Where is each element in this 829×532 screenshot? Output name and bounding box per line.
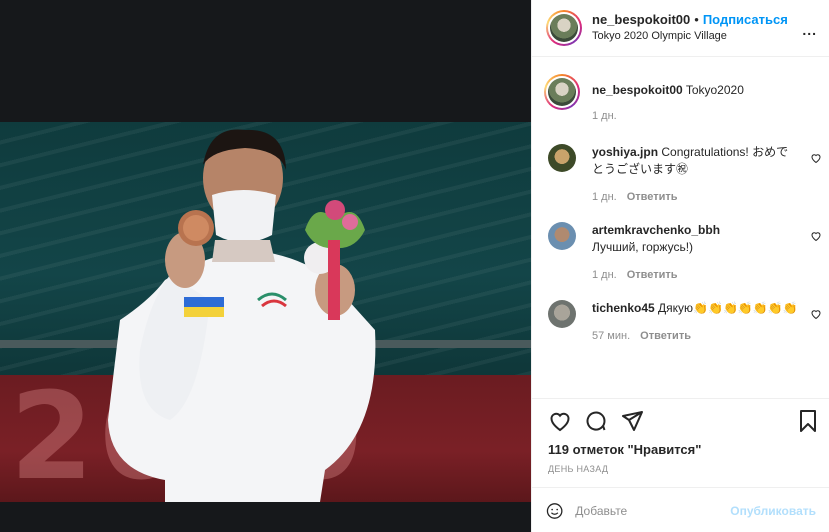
- comment-username[interactable]: artemkravchenko_bbh: [592, 223, 720, 237]
- like-comment-heart-icon[interactable]: [810, 230, 822, 242]
- athlete-figure: [108, 129, 376, 502]
- post-photo[interactable]: 2020: [0, 0, 531, 532]
- comment-time[interactable]: 57 мин.: [592, 330, 630, 342]
- caption-text: Tokyo2020: [685, 83, 744, 97]
- commenter-avatar[interactable]: [548, 144, 576, 172]
- comment-time[interactable]: 1 дн.: [592, 191, 617, 203]
- caption-username[interactable]: ne_bespokoit00: [592, 83, 683, 97]
- author-username[interactable]: ne_bespokoit00: [592, 12, 690, 27]
- publish-button[interactable]: Опубликовать: [730, 504, 816, 518]
- comments-list: ne_bespokoit00 Tokyo2020 1 дн. yoshiya.j…: [532, 58, 829, 398]
- more-icon[interactable]: ...: [802, 22, 817, 38]
- reply-button[interactable]: Ответить: [627, 191, 678, 203]
- comment-time[interactable]: 1 дн.: [592, 269, 617, 281]
- post-date[interactable]: ДЕНЬ НАЗАД: [548, 464, 608, 474]
- comment-text: Лучший, горжусь!): [592, 240, 694, 254]
- post-sidebar: ne_bespokoit00 • Подписаться Tokyo 2020 Ol…: [531, 0, 829, 532]
- post-header: ne_bespokoit00 • Подписаться Tokyo 2020 Ol…: [532, 0, 829, 57]
- comment-text: Дякую👏👏👏👏👏👏👏: [658, 301, 798, 315]
- commenter-avatar[interactable]: [548, 222, 576, 250]
- emoji-icon[interactable]: [546, 499, 563, 523]
- add-comment-bar: Опубликовать: [532, 487, 829, 532]
- location-link[interactable]: Tokyo 2020 Olympic Village: [592, 28, 788, 44]
- like-comment-heart-icon[interactable]: [810, 152, 822, 164]
- comment-username[interactable]: tichenko45: [592, 301, 655, 315]
- author-avatar[interactable]: [546, 10, 582, 46]
- comment-username[interactable]: yoshiya.jpn: [592, 145, 658, 159]
- heart-icon[interactable]: [548, 409, 572, 433]
- likes-count[interactable]: 119 отметок "Нравится": [548, 442, 701, 457]
- separator-dot: •: [694, 12, 699, 27]
- caption-time[interactable]: 1 дн.: [592, 110, 617, 122]
- reply-button[interactable]: Ответить: [627, 269, 678, 281]
- comment-input[interactable]: [575, 503, 731, 518]
- post-actions: 119 отметок "Нравится" ДЕНЬ НАЗАД Опубли…: [532, 398, 829, 532]
- instagram-post: 2020: [0, 0, 829, 532]
- reply-button[interactable]: Ответить: [640, 330, 691, 342]
- share-icon[interactable]: [620, 409, 644, 433]
- bookmark-icon[interactable]: [796, 409, 820, 433]
- caption-avatar[interactable]: [544, 74, 580, 110]
- comment-icon[interactable]: [584, 409, 608, 433]
- commenter-avatar[interactable]: [548, 300, 576, 328]
- like-comment-heart-icon[interactable]: [810, 308, 822, 320]
- follow-button[interactable]: Подписаться: [703, 12, 788, 27]
